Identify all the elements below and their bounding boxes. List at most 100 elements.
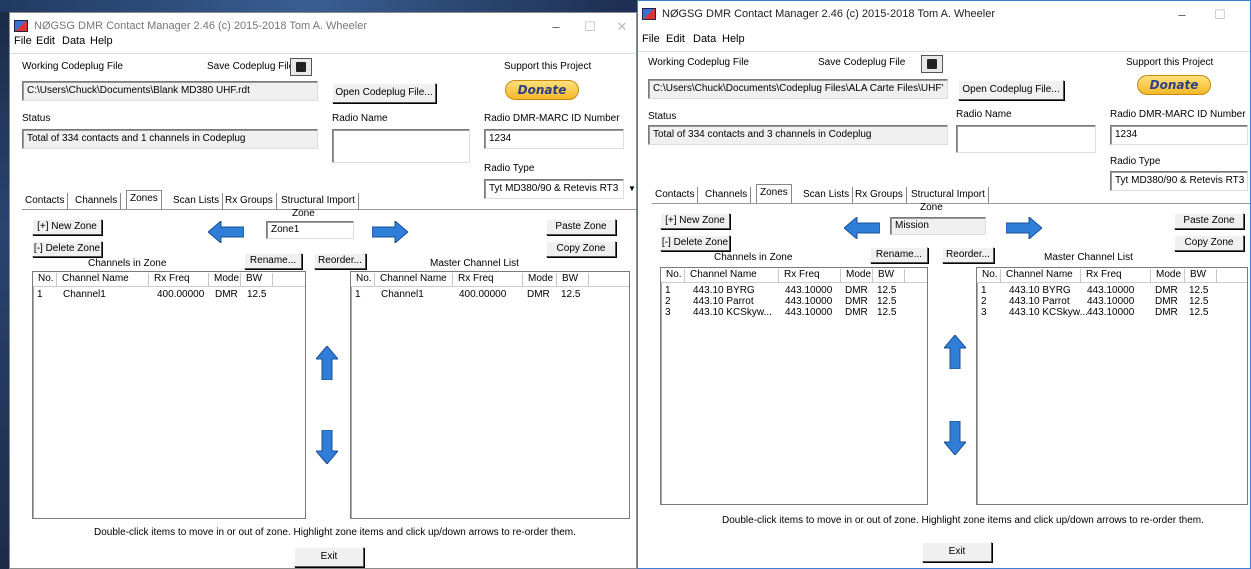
table-row[interactable]: 2 443.10 Parrot 443.10000 DMR 12.5 xyxy=(661,296,927,307)
reorder-button[interactable]: Reorder... xyxy=(314,253,366,269)
menu-edit[interactable]: Edit xyxy=(36,35,55,47)
copy-zone-button[interactable]: Copy Zone xyxy=(1174,235,1244,251)
right-arrow-icon[interactable] xyxy=(1006,217,1042,239)
minimize-icon[interactable]: – xyxy=(542,17,570,37)
menu-help[interactable]: Help xyxy=(90,35,113,47)
table-row[interactable]: 2 443.10 Parrot 443.10000 DMR 12.5 xyxy=(977,296,1247,307)
up-arrow-icon[interactable] xyxy=(944,335,966,369)
down-arrow-icon[interactable] xyxy=(316,430,338,464)
col-bw[interactable]: BW xyxy=(875,269,905,282)
tab-channels[interactable]: Channels xyxy=(702,187,752,203)
open-codeplug-button[interactable]: Open Codeplug File... xyxy=(958,80,1064,100)
tab-structural-import[interactable]: Structural Import xyxy=(278,193,359,209)
cell-no: 1 xyxy=(981,285,987,296)
donate-button[interactable]: Donate xyxy=(505,80,579,100)
radio-id-input[interactable]: 1234 xyxy=(484,129,624,149)
zone-name-field[interactable]: Zone1 xyxy=(266,221,354,239)
col-bw[interactable]: BW xyxy=(1187,269,1217,282)
tab-channels[interactable]: Channels xyxy=(72,193,122,209)
menu-data[interactable]: Data xyxy=(693,33,716,45)
status-field: Total of 334 contacts and 1 channels in … xyxy=(22,129,318,149)
open-codeplug-button[interactable]: Open Codeplug File... xyxy=(332,83,436,103)
col-mode[interactable]: Mode xyxy=(843,269,873,282)
title-bar[interactable]: NØGSG DMR Contact Manager 2.46 (c) 2015-… xyxy=(638,1,1250,31)
left-arrow-icon[interactable] xyxy=(844,217,880,239)
paste-zone-button[interactable]: Paste Zone xyxy=(1174,213,1244,229)
col-rx-freq[interactable]: Rx Freq xyxy=(455,273,523,286)
radio-id-input[interactable]: 1234 xyxy=(1110,125,1248,145)
delete-zone-button[interactable]: [-] Delete Zone xyxy=(660,235,730,251)
rename-button[interactable]: Rename... xyxy=(870,247,928,263)
contact-manager-window-2[interactable]: NØGSG DMR Contact Manager 2.46 (c) 2015-… xyxy=(637,0,1251,569)
tab-scan-lists[interactable]: Scan Lists xyxy=(170,193,224,209)
tab-zones[interactable]: Zones xyxy=(126,190,162,210)
col-no[interactable]: No. xyxy=(353,273,375,286)
col-mode[interactable]: Mode xyxy=(1153,269,1185,282)
exit-button[interactable]: Exit xyxy=(294,547,364,567)
tab-rx-groups[interactable]: Rx Groups xyxy=(852,187,907,203)
divider xyxy=(10,53,636,54)
reorder-button[interactable]: Reorder... xyxy=(942,247,994,263)
right-arrow-icon[interactable] xyxy=(372,221,408,243)
master-channel-list[interactable]: No. Channel Name Rx Freq Mode BW 1 443.1… xyxy=(976,267,1248,505)
table-row[interactable]: 1 Channel1 400.00000 DMR 12.5 xyxy=(351,289,629,300)
save-disk-icon[interactable] xyxy=(290,58,312,76)
contact-manager-window-1[interactable]: NØGSG DMR Contact Manager 2.46 (c) 2015-… xyxy=(9,12,637,569)
col-rx-freq[interactable]: Rx Freq xyxy=(1083,269,1151,282)
menu-file[interactable]: File xyxy=(14,35,32,47)
maximize-icon[interactable]: ☐ xyxy=(1206,5,1234,25)
radio-name-input[interactable] xyxy=(956,125,1096,153)
col-mode[interactable]: Mode xyxy=(525,273,557,286)
new-zone-button[interactable]: [+] New Zone xyxy=(660,213,730,229)
col-bw[interactable]: BW xyxy=(243,273,273,286)
col-no[interactable]: No. xyxy=(979,269,1001,282)
tab-rx-groups[interactable]: Rx Groups xyxy=(222,193,277,209)
maximize-icon[interactable]: ☐ xyxy=(576,17,604,37)
left-arrow-icon[interactable] xyxy=(208,221,244,243)
zone-name-field[interactable]: Mission xyxy=(890,217,986,235)
col-no[interactable]: No. xyxy=(35,273,57,286)
table-row[interactable]: 1 Channel1 400.00000 DMR 12.5 xyxy=(33,289,305,300)
table-row[interactable]: 3 443.10 KCSkyw... 443.10000 DMR 12.5 xyxy=(977,307,1247,318)
tab-contacts[interactable]: Contacts xyxy=(22,193,69,209)
tab-scan-lists[interactable]: Scan Lists xyxy=(800,187,854,203)
tab-zones[interactable]: Zones xyxy=(756,184,792,204)
table-row[interactable]: 1 443.10 BYRG 443.10000 DMR 12.5 xyxy=(977,285,1247,296)
zone-channel-list[interactable]: No. Channel Name Rx Freq Mode BW 1 Chann… xyxy=(32,271,306,519)
delete-zone-button[interactable]: [-] Delete Zone xyxy=(32,241,102,257)
master-channel-list[interactable]: No. Channel Name Rx Freq Mode BW 1 Chann… xyxy=(350,271,630,519)
copy-zone-button[interactable]: Copy Zone xyxy=(546,241,616,257)
menu-edit[interactable]: Edit xyxy=(666,33,685,45)
menu-help[interactable]: Help xyxy=(722,33,745,45)
col-channel-name[interactable]: Channel Name xyxy=(377,273,453,286)
table-row[interactable]: 1 443.10 BYRG 443.10000 DMR 12.5 xyxy=(661,285,927,296)
exit-button[interactable]: Exit xyxy=(922,542,992,562)
down-arrow-icon[interactable] xyxy=(944,421,966,455)
radio-name-input[interactable] xyxy=(332,129,470,163)
tab-structural-import[interactable]: Structural Import xyxy=(908,187,989,203)
chevron-down-icon[interactable]: ▼ xyxy=(626,181,636,197)
col-rx-freq[interactable]: Rx Freq xyxy=(781,269,841,282)
minimize-icon[interactable]: – xyxy=(1168,5,1196,25)
col-no[interactable]: No. xyxy=(663,269,685,282)
col-mode[interactable]: Mode xyxy=(211,273,241,286)
save-disk-icon[interactable] xyxy=(921,55,943,73)
col-channel-name[interactable]: Channel Name xyxy=(687,269,779,282)
col-channel-name[interactable]: Channel Name xyxy=(59,273,149,286)
paste-zone-button[interactable]: Paste Zone xyxy=(546,219,616,235)
radio-type-select[interactable]: Tyt MD380/90 & Retevis RT3 xyxy=(1110,171,1248,191)
radio-type-select[interactable]: Tyt MD380/90 & Retevis RT3 xyxy=(484,179,624,199)
zone-channel-list[interactable]: No. Channel Name Rx Freq Mode BW 1 443.1… xyxy=(660,267,928,505)
up-arrow-icon[interactable] xyxy=(316,346,338,380)
menu-file[interactable]: File xyxy=(642,33,660,45)
col-rx-freq[interactable]: Rx Freq xyxy=(151,273,209,286)
tab-contacts[interactable]: Contacts xyxy=(652,187,699,203)
close-icon[interactable]: ✕ xyxy=(608,17,636,37)
new-zone-button[interactable]: [+] New Zone xyxy=(32,219,102,235)
rename-button[interactable]: Rename... xyxy=(244,253,302,269)
menu-data[interactable]: Data xyxy=(62,35,85,47)
table-row[interactable]: 3 443.10 KCSkyw... 443.10000 DMR 12.5 xyxy=(661,307,927,318)
donate-button[interactable]: Donate xyxy=(1137,75,1211,95)
col-bw[interactable]: BW xyxy=(559,273,589,286)
col-channel-name[interactable]: Channel Name xyxy=(1003,269,1081,282)
